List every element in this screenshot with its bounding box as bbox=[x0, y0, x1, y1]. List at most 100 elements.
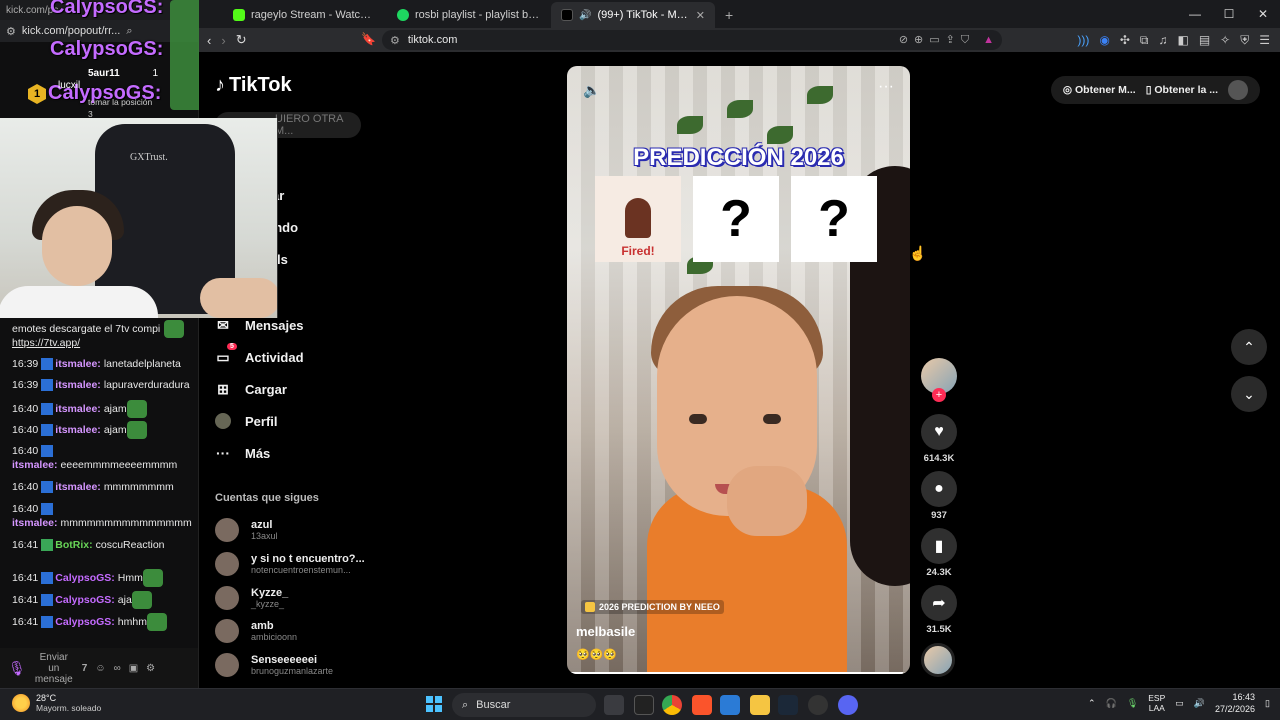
extension-icon[interactable]: ◉ bbox=[1099, 33, 1109, 47]
chat-username[interactable]: itsmalee: bbox=[55, 379, 101, 391]
chat-username[interactable]: CalypsoGS: bbox=[55, 616, 115, 628]
video-progress[interactable] bbox=[567, 672, 910, 674]
chat-username[interactable]: itsmalee: bbox=[55, 403, 101, 415]
clock[interactable]: 16:43 27/2/2026 bbox=[1215, 691, 1255, 715]
epic-games-icon[interactable] bbox=[634, 695, 654, 715]
kick-bits-icon[interactable]: ∞ bbox=[114, 663, 121, 674]
puzzle-icon[interactable]: ✣ bbox=[1120, 33, 1130, 47]
chat-username[interactable]: itsmalee: bbox=[55, 358, 101, 370]
chat-link[interactable]: https://7tv.app/ bbox=[12, 337, 80, 349]
share-icon[interactable]: ➦ bbox=[921, 585, 957, 621]
headset-icon[interactable]: 🎧 bbox=[1106, 698, 1117, 709]
store-icon[interactable] bbox=[720, 695, 740, 715]
settings-icon[interactable]: ⚙ bbox=[6, 25, 16, 38]
bookmark-icon[interactable]: ▮ bbox=[921, 528, 957, 564]
tiktok-logo[interactable]: ♪ TikTok bbox=[215, 74, 292, 97]
user-avatar[interactable] bbox=[1228, 80, 1248, 100]
address-bar[interactable]: ⚙ tiktok.com ⊘⊕▭⇪⛉ ▲ bbox=[382, 30, 1002, 50]
steam-icon[interactable] bbox=[778, 695, 798, 715]
back-icon[interactable]: ‹ bbox=[207, 33, 211, 48]
obs-icon[interactable] bbox=[808, 695, 828, 715]
zoom-icon[interactable]: ⌕ bbox=[126, 25, 132, 38]
nav-more[interactable]: ··· Más bbox=[215, 445, 270, 461]
bookmark-icon[interactable]: 🔖 bbox=[361, 32, 376, 46]
chrome-icon[interactable] bbox=[662, 695, 682, 715]
comment-icon[interactable]: ● bbox=[921, 471, 957, 507]
chat-username[interactable]: itsmalee: bbox=[55, 424, 101, 436]
mic-tray-icon[interactable]: 🎙 bbox=[1127, 698, 1138, 709]
kick-url[interactable]: kick.com/popout/rr... bbox=[22, 25, 120, 37]
nav-messages[interactable]: ✉ Mensajes bbox=[215, 317, 303, 334]
close-window-button[interactable]: ✕ bbox=[1246, 0, 1280, 28]
leo-icon[interactable]: ✧ bbox=[1220, 33, 1230, 47]
video-player[interactable]: PREDICCIÓN 2026 Fired! ? ? 🔈 ··· 2026 PR… bbox=[567, 66, 910, 674]
chat-input-bar[interactable]: 🎙 Enviar un mensaje 7 ☺ ∞ ▣ ⚙ bbox=[0, 648, 198, 688]
share-action[interactable]: ➦ 31.5K bbox=[919, 585, 959, 635]
language-indicator[interactable]: ESP LAA bbox=[1148, 693, 1165, 713]
wallet-icon[interactable]: ▤ bbox=[1199, 33, 1210, 47]
speech-icon[interactable]: ))) bbox=[1077, 33, 1089, 47]
nav-activity[interactable]: ▭ 5 Actividad bbox=[215, 343, 304, 366]
gear-icon[interactable]: ⚙ bbox=[146, 663, 155, 674]
7tv-icon[interactable]: 7 bbox=[82, 663, 88, 674]
mic-icon[interactable]: 🎙 bbox=[8, 660, 26, 677]
brave-rewards-icon[interactable]: ▲ bbox=[983, 34, 994, 46]
chat-input[interactable]: Enviar un mensaje bbox=[34, 652, 74, 685]
following-account[interactable]: amb ambicioonn bbox=[215, 619, 297, 643]
chevron-up-icon[interactable]: ⌃ bbox=[1088, 698, 1096, 709]
menu-icon[interactable]: ☰ bbox=[1259, 33, 1270, 47]
following-account[interactable]: Kyzze_ _kyzze_ bbox=[215, 586, 288, 610]
effect-tag[interactable]: 2026 PREDICTION BY NEEO bbox=[581, 600, 724, 614]
chat-username[interactable]: itsmalee: bbox=[12, 459, 58, 471]
vpn-icon[interactable]: ⛨ bbox=[1240, 33, 1249, 48]
emoji-icon[interactable]: ☺ bbox=[95, 663, 105, 674]
follow-plus-icon[interactable]: + bbox=[932, 388, 946, 402]
tabs-icon[interactable]: ⧉ bbox=[1140, 33, 1149, 48]
sidebar-icon[interactable]: ◧ bbox=[1177, 33, 1188, 47]
nav-profile[interactable]: Perfil bbox=[215, 413, 278, 429]
store-icon[interactable]: ▣ bbox=[129, 663, 138, 674]
discord-icon[interactable] bbox=[838, 695, 858, 715]
more-options-icon[interactable]: ··· bbox=[878, 78, 894, 96]
chat-username[interactable]: BotRix: bbox=[55, 539, 92, 551]
chat-username[interactable]: itsmalee: bbox=[55, 481, 101, 493]
brave-icon[interactable] bbox=[692, 695, 712, 715]
previous-video-button[interactable]: ⌃ bbox=[1231, 329, 1267, 365]
minimize-button[interactable]: — bbox=[1178, 0, 1212, 28]
weather-widget[interactable]: 28°C Mayorm. soleado bbox=[12, 693, 101, 713]
video-author[interactable]: melbasile bbox=[576, 624, 635, 639]
notifications-icon[interactable]: ▯ bbox=[1265, 698, 1270, 709]
tab-spotify[interactable]: rosbi playlist - playlist by rosb | Spot… bbox=[387, 2, 551, 28]
task-view-icon[interactable] bbox=[604, 695, 624, 715]
reload-icon[interactable]: ↻ bbox=[236, 32, 247, 48]
get-app-button[interactable]: ▯ Obtener la ... bbox=[1146, 84, 1218, 96]
next-video-button[interactable]: ⌄ bbox=[1231, 376, 1267, 412]
save-action[interactable]: ▮ 24.3K bbox=[919, 528, 959, 578]
nav-upload[interactable]: ⊞ Cargar bbox=[215, 381, 287, 398]
tab-tiktok[interactable]: 🔊 (99+) TikTok - Make Your Day ✕ bbox=[551, 2, 715, 28]
close-tab-icon[interactable]: ✕ bbox=[696, 9, 705, 22]
music-icon[interactable]: ♫ bbox=[1158, 33, 1167, 47]
get-coins-button[interactable]: ◎ Obtener M... bbox=[1063, 84, 1136, 96]
network-icon[interactable]: ▭ bbox=[1175, 698, 1184, 709]
chat-username[interactable]: itsmalee: bbox=[12, 517, 58, 529]
chat-username[interactable]: CalypsoGS: bbox=[55, 594, 115, 606]
site-info-icon[interactable]: ⚙ bbox=[390, 34, 400, 47]
volume-icon[interactable]: 🔈 bbox=[583, 82, 600, 99]
maximize-button[interactable]: ☐ bbox=[1212, 0, 1246, 28]
following-account[interactable]: azul 13axul bbox=[215, 518, 278, 542]
file-explorer-icon[interactable] bbox=[750, 695, 770, 715]
comment-action[interactable]: ● 937 bbox=[919, 471, 959, 521]
audio-icon[interactable]: 🔊 bbox=[579, 10, 591, 21]
start-button[interactable] bbox=[426, 696, 442, 712]
following-account[interactable]: Senseeeeeei brunoguzmanlazarte bbox=[215, 653, 333, 677]
forward-icon[interactable]: › bbox=[221, 33, 225, 48]
address-actions-icon[interactable]: ⊘⊕▭⇪⛉ bbox=[899, 33, 975, 47]
music-disc[interactable] bbox=[921, 643, 955, 677]
following-account[interactable]: y si no t encuentro?... notencuentroenste… bbox=[215, 552, 365, 576]
heart-icon[interactable]: ♥ bbox=[921, 414, 957, 450]
url-text[interactable]: tiktok.com bbox=[408, 34, 458, 46]
volume-tray-icon[interactable]: 🔊 bbox=[1194, 698, 1205, 709]
tab-kick[interactable]: rageylo Stream - Watch Live on Kick bbox=[223, 2, 387, 28]
chat-username[interactable]: CalypsoGS: bbox=[55, 572, 115, 584]
